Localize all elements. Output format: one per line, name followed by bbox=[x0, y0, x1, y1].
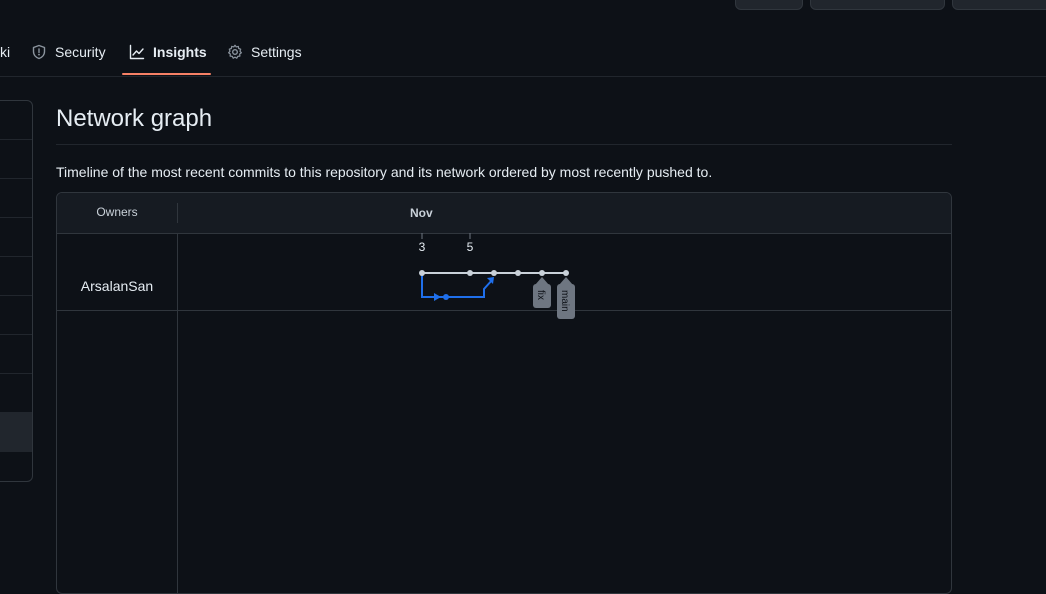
graph-icon bbox=[129, 44, 145, 60]
tab-security-label: Security bbox=[55, 44, 106, 60]
commit-dot[interactable] bbox=[515, 270, 521, 276]
sidebar-item[interactable] bbox=[0, 101, 32, 140]
branch-arrow-icon bbox=[434, 293, 441, 301]
title-divider bbox=[56, 144, 952, 145]
top-action-button-3[interactable] bbox=[952, 0, 1046, 10]
insights-sidebar bbox=[0, 100, 33, 482]
commit-dot[interactable] bbox=[539, 270, 545, 276]
sidebar-item[interactable] bbox=[0, 140, 32, 179]
commit-graph[interactable]: 3 5 fix main bbox=[57, 193, 951, 593]
branch-line bbox=[421, 273, 494, 298]
network-graph[interactable]: Owners Nov ArsalanSan 3 5 fix main bbox=[56, 192, 952, 594]
tab-wiki-label: ki bbox=[0, 44, 11, 60]
branch-label-fix[interactable]: fix bbox=[533, 277, 551, 308]
sidebar-item[interactable] bbox=[0, 257, 32, 296]
branch-label-text: main bbox=[559, 290, 570, 312]
commit-dot[interactable] bbox=[443, 294, 449, 300]
tab-wiki[interactable]: ki bbox=[0, 38, 10, 66]
tab-insights-label: Insights bbox=[153, 44, 207, 60]
tab-settings[interactable]: Settings bbox=[227, 38, 302, 66]
sidebar-item-network[interactable] bbox=[0, 413, 32, 452]
day-label: 3 bbox=[419, 240, 426, 254]
gear-icon bbox=[228, 44, 242, 59]
day-label: 5 bbox=[467, 240, 474, 254]
sidebar-item[interactable] bbox=[0, 374, 32, 413]
commit-dot[interactable] bbox=[467, 270, 473, 276]
page-description: Timeline of the most recent commits to t… bbox=[56, 164, 713, 180]
tab-security[interactable]: Security bbox=[31, 38, 106, 66]
sidebar-item[interactable] bbox=[0, 335, 32, 374]
sidebar-item[interactable] bbox=[0, 452, 32, 481]
branch-label-main[interactable]: main bbox=[557, 277, 575, 319]
tab-insights[interactable]: Insights bbox=[129, 38, 207, 66]
tab-settings-label: Settings bbox=[251, 44, 302, 60]
sidebar-item[interactable] bbox=[0, 179, 32, 218]
top-action-button-2[interactable] bbox=[810, 0, 945, 10]
shield-icon bbox=[32, 44, 46, 60]
commit-dot[interactable] bbox=[419, 270, 425, 276]
sidebar-item[interactable] bbox=[0, 296, 32, 335]
branch-label-text: fix bbox=[535, 290, 546, 300]
commit-dot[interactable] bbox=[491, 270, 497, 276]
repo-tabs: ki Security Insights Settings bbox=[0, 30, 1046, 77]
active-tab-indicator bbox=[122, 73, 211, 75]
top-action-button-1[interactable] bbox=[735, 0, 803, 10]
page-title: Network graph bbox=[56, 105, 213, 132]
sidebar-item[interactable] bbox=[0, 218, 32, 257]
commit-dot[interactable] bbox=[563, 270, 569, 276]
